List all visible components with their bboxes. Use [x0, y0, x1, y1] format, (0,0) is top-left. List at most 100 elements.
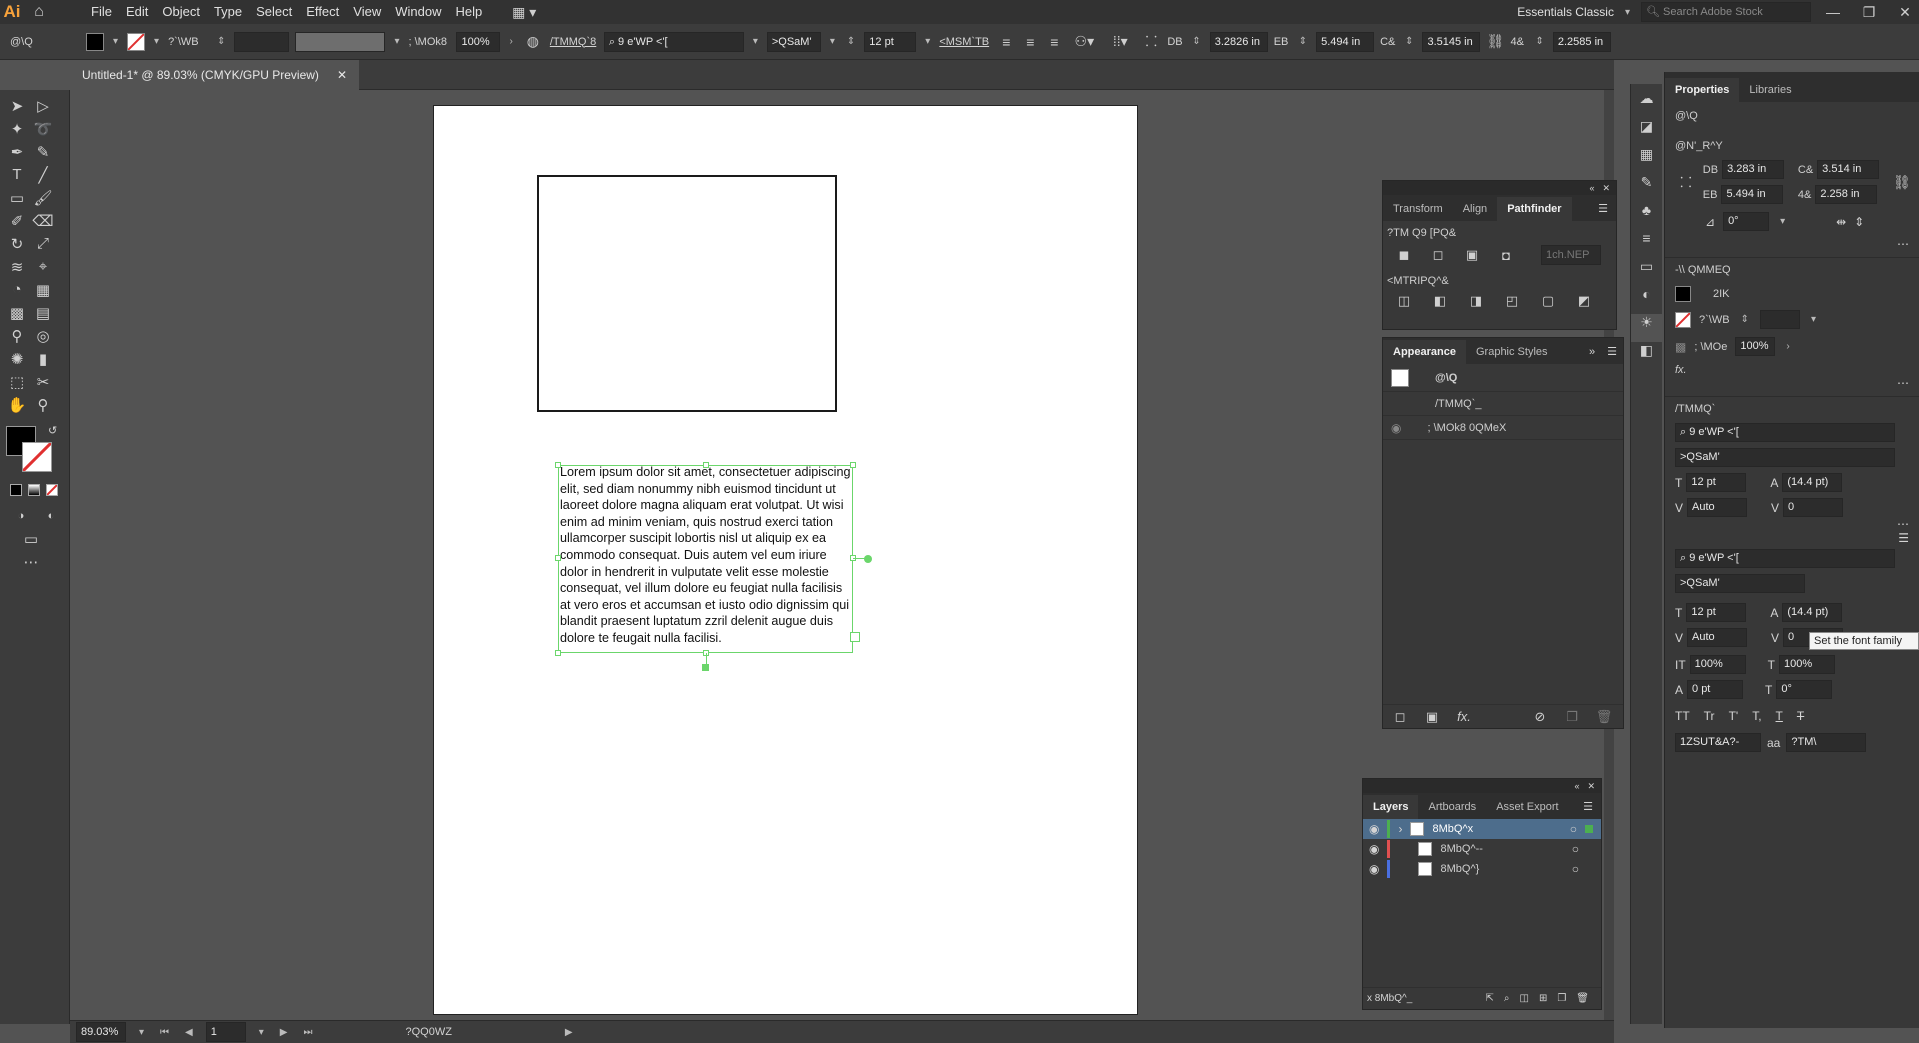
- tab-libraries[interactable]: Libraries: [1739, 78, 1801, 102]
- line-tool-icon[interactable]: ╱: [30, 163, 56, 186]
- close-tab-icon[interactable]: ✕: [337, 60, 347, 90]
- slice-tool-icon[interactable]: ✂: [30, 370, 56, 393]
- menu-object[interactable]: Object: [155, 1, 207, 23]
- tab-layers[interactable]: Layers: [1363, 795, 1419, 819]
- eye-icon[interactable]: ◉: [1369, 862, 1379, 876]
- kerning-field[interactable]: Auto: [1687, 498, 1748, 517]
- maximize-icon[interactable]: ❐: [1855, 4, 1883, 21]
- image-trace-icon[interactable]: ◪: [1631, 118, 1662, 146]
- small-caps-button[interactable]: Tr: [1704, 709, 1715, 723]
- threshold-handle[interactable]: [702, 664, 709, 671]
- draw-behind-icon[interactable]: ◐: [38, 504, 64, 527]
- hand-tool-icon[interactable]: ✋: [4, 393, 30, 416]
- chevron-down-icon[interactable]: ▾: [1777, 216, 1788, 227]
- magic-wand-tool-icon[interactable]: ✦: [4, 117, 30, 140]
- layer-name[interactable]: 8MbQ^x: [1432, 823, 1473, 835]
- merge-icon[interactable]: ◨: [1467, 293, 1485, 309]
- tab-transform[interactable]: Transform: [1383, 197, 1453, 221]
- close-icon[interactable]: ✕: [1891, 4, 1919, 21]
- none-mode-icon[interactable]: [46, 484, 58, 496]
- anti-aliasing-field[interactable]: ?TM\: [1786, 733, 1867, 752]
- artboard-number-field[interactable]: 1: [205, 1022, 246, 1042]
- link-icon[interactable]: ⛓: [1486, 33, 1505, 50]
- language-field[interactable]: 1ZSUT&A?-: [1675, 733, 1761, 752]
- more-tools-icon[interactable]: ⋯: [18, 550, 44, 573]
- chevron-down-icon[interactable]: ▾: [827, 36, 838, 47]
- area-text[interactable]: Lorem ipsum dolor sit amet, consectetuer…: [560, 464, 852, 647]
- fill-swatch[interactable]: [1675, 286, 1691, 302]
- layer-row[interactable]: ◉ 8MbQ^-- ○: [1363, 839, 1601, 859]
- expand-panel-icon[interactable]: »: [1583, 340, 1601, 364]
- stroke-label[interactable]: ?`\WB: [1699, 314, 1730, 326]
- pen-tool-icon[interactable]: ✒: [4, 140, 30, 163]
- minus-front-icon[interactable]: ◻: [1429, 247, 1447, 263]
- chevron-down-icon[interactable]: ▾: [1622, 7, 1633, 18]
- prev-artboard-icon[interactable]: ◀: [182, 1027, 196, 1038]
- reference-point-icon[interactable]: ⸬: [1141, 32, 1161, 51]
- opacity-input[interactable]: 100%: [456, 31, 501, 52]
- rectangle-object[interactable]: [537, 175, 837, 412]
- baseline-shift-field[interactable]: 0 pt: [1687, 680, 1744, 699]
- free-transform-tool-icon[interactable]: ⌖: [30, 255, 56, 278]
- stroke-weight-field[interactable]: [1759, 310, 1800, 329]
- appearance-icon[interactable]: ☀: [1631, 314, 1662, 342]
- opacity-label[interactable]: ; \MOe: [1694, 341, 1727, 353]
- layer-row[interactable]: ◉ 8MbQ^} ○: [1363, 859, 1601, 879]
- shaper-tool-icon[interactable]: ✐: [4, 209, 30, 232]
- panel-menu-icon[interactable]: ☰: [1575, 795, 1601, 819]
- leading-field[interactable]: (14.4 pt): [1782, 473, 1843, 492]
- add-fill-icon[interactable]: ▣: [1423, 709, 1441, 725]
- chevron-down-icon[interactable]: ▾: [750, 36, 761, 47]
- chevron-down-icon[interactable]: ▾: [136, 1027, 147, 1038]
- chevron-down-icon[interactable]: ▾: [1808, 314, 1819, 325]
- document-tab[interactable]: Untitled-1* @ 89.03% (CMYK/GPU Preview) …: [70, 60, 359, 90]
- appearance-row[interactable]: ◉ ; \MOk8 0QMeX: [1383, 416, 1623, 440]
- type-tool-icon[interactable]: T: [4, 163, 30, 186]
- transparency-icon[interactable]: ◐: [1631, 286, 1662, 314]
- tab-artboards[interactable]: Artboards: [1418, 795, 1486, 819]
- tab-graphic-styles[interactable]: Graphic Styles: [1466, 340, 1558, 364]
- font-family-input[interactable]: ⌕ 9 e'WP <'[: [603, 31, 744, 52]
- symbol-sprayer-tool-icon[interactable]: ✺: [4, 347, 30, 370]
- reference-point-icon[interactable]: ⸬: [1675, 173, 1697, 192]
- fx-icon[interactable]: fx.: [1675, 364, 1909, 376]
- layer-name[interactable]: 8MbQ^--: [1440, 843, 1482, 855]
- warp-tool-icon[interactable]: ≋: [4, 255, 30, 278]
- intersect-icon[interactable]: ▣: [1463, 247, 1481, 263]
- appearance-row[interactable]: /TMMQ`_: [1383, 392, 1623, 416]
- chevron-down-icon[interactable]: ▾: [922, 36, 933, 47]
- scale-tool-icon[interactable]: ⤢: [30, 232, 56, 255]
- w-field[interactable]: 3.514 in: [1817, 160, 1880, 179]
- stepper-icon[interactable]: ⇕: [214, 36, 228, 47]
- recolor-icon[interactable]: ◍: [522, 33, 544, 50]
- rectangle-tool-icon[interactable]: ▭: [4, 186, 30, 209]
- layer-name[interactable]: 8MbQ^}: [1440, 863, 1479, 875]
- zoom-field[interactable]: 89.03%: [76, 1022, 126, 1042]
- more-options-icon[interactable]: ⋯: [1675, 517, 1909, 531]
- more-options-icon[interactable]: ⋯: [1675, 237, 1909, 251]
- tab-align[interactable]: Align: [1453, 197, 1497, 221]
- appearance-row[interactable]: @\Q: [1383, 364, 1623, 392]
- add-stroke-icon[interactable]: ◻: [1391, 709, 1409, 725]
- artboard-tool-icon[interactable]: ⬚: [4, 370, 30, 393]
- brush-definition[interactable]: [295, 31, 386, 52]
- status-menu-icon[interactable]: ▶: [562, 1027, 576, 1038]
- character-label[interactable]: /TMMQ`8: [550, 36, 598, 48]
- divide-icon[interactable]: ◫: [1395, 293, 1413, 309]
- gradient-tool-icon[interactable]: ▤: [30, 301, 56, 324]
- stepper-icon[interactable]: ⇕: [1296, 36, 1310, 47]
- chevron-down-icon[interactable]: ▾: [110, 36, 121, 47]
- h-input[interactable]: 2.2585 in: [1552, 31, 1611, 52]
- tab-appearance[interactable]: Appearance: [1383, 340, 1466, 364]
- delete-item-icon[interactable]: 🗑︎: [1595, 709, 1613, 725]
- tracking-field[interactable]: 0: [1783, 498, 1844, 517]
- target-icon[interactable]: ○: [1570, 822, 1577, 836]
- first-artboard-icon[interactable]: ⏮: [157, 1027, 172, 1038]
- stock-search-input[interactable]: 🔍︎ Search Adobe Stock: [1641, 2, 1811, 22]
- screen-mode-icon[interactable]: ▭: [18, 527, 44, 550]
- panel-menu-icon[interactable]: ☰: [1675, 531, 1909, 545]
- rotate-field[interactable]: 0°: [1723, 212, 1770, 231]
- stepper-icon[interactable]: ⇕: [1532, 36, 1546, 47]
- perspective-grid-tool-icon[interactable]: ▦: [30, 278, 56, 301]
- arrange-documents-icon[interactable]: ▦ ▾: [509, 4, 539, 21]
